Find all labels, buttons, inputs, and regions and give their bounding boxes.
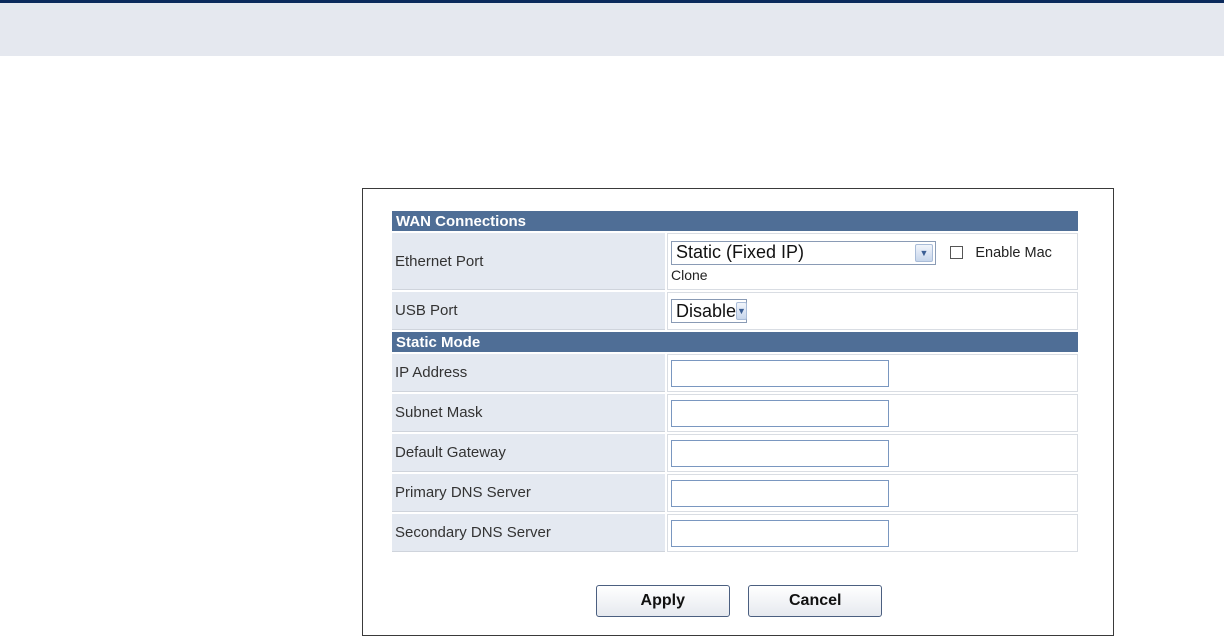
chevron-down-icon[interactable]: ▼: [915, 243, 933, 262]
form-buttons: Apply Cancel: [363, 585, 1115, 617]
secondary-dns-value: [667, 514, 1078, 552]
secondary-dns-input[interactable]: [671, 519, 889, 547]
apply-button[interactable]: Apply: [595, 585, 730, 617]
section-header-wan-connections: WAN Connections: [392, 211, 1078, 231]
wan-settings-panel: WAN Connections Ethernet Port Static (Fi…: [362, 188, 1114, 636]
ethernet-port-label: Ethernet Port: [392, 233, 665, 290]
ethernet-port-select-value: Static (Fixed IP): [676, 242, 805, 262]
primary-dns-input[interactable]: [671, 479, 889, 507]
ethernet-port-value: Static (Fixed IP) ▼ Enable Mac Clone: [667, 233, 1078, 290]
ethernet-port-select[interactable]: Static (Fixed IP) ▼: [671, 240, 936, 265]
default-gateway-input[interactable]: [671, 439, 889, 467]
usb-port-select[interactable]: Disable ▼: [671, 299, 747, 323]
ip-address-label: IP Address: [392, 354, 665, 392]
default-gateway-label: Default Gateway: [392, 434, 665, 472]
wan-settings-table: WAN Connections Ethernet Port Static (Fi…: [390, 209, 1080, 554]
section-header-static-mode: Static Mode: [392, 332, 1078, 352]
usb-port-row: USB Port Disable ▼: [392, 292, 1078, 330]
ip-address-value: [667, 354, 1078, 392]
ip-address-row: IP Address: [392, 354, 1078, 392]
primary-dns-label: Primary DNS Server: [392, 474, 665, 512]
secondary-dns-label: Secondary DNS Server: [392, 514, 665, 552]
enable-mac-clone-label-wrap: Clone: [671, 266, 708, 283]
usb-port-label: USB Port: [392, 292, 665, 330]
default-gateway-value: [667, 434, 1078, 472]
secondary-dns-row: Secondary DNS Server: [392, 514, 1078, 552]
primary-dns-value: [667, 474, 1078, 512]
default-gateway-row: Default Gateway: [392, 434, 1078, 472]
subnet-mask-value: [667, 394, 1078, 432]
ethernet-port-row: Ethernet Port Static (Fixed IP) ▼ Enable…: [392, 233, 1078, 290]
top-banner: [0, 3, 1224, 56]
subnet-mask-input[interactable]: [671, 399, 889, 427]
enable-mac-clone-checkbox[interactable]: [950, 246, 964, 259]
usb-port-select-value: Disable: [676, 300, 737, 321]
primary-dns-row: Primary DNS Server: [392, 474, 1078, 512]
ip-address-input[interactable]: [671, 359, 889, 387]
enable-mac-clone-label: Enable Mac: [975, 244, 1052, 261]
chevron-down-icon[interactable]: ▼: [736, 302, 747, 320]
subnet-mask-label: Subnet Mask: [392, 394, 665, 432]
cancel-button[interactable]: Cancel: [748, 585, 883, 617]
usb-port-value: Disable ▼: [667, 292, 1078, 330]
subnet-mask-row: Subnet Mask: [392, 394, 1078, 432]
